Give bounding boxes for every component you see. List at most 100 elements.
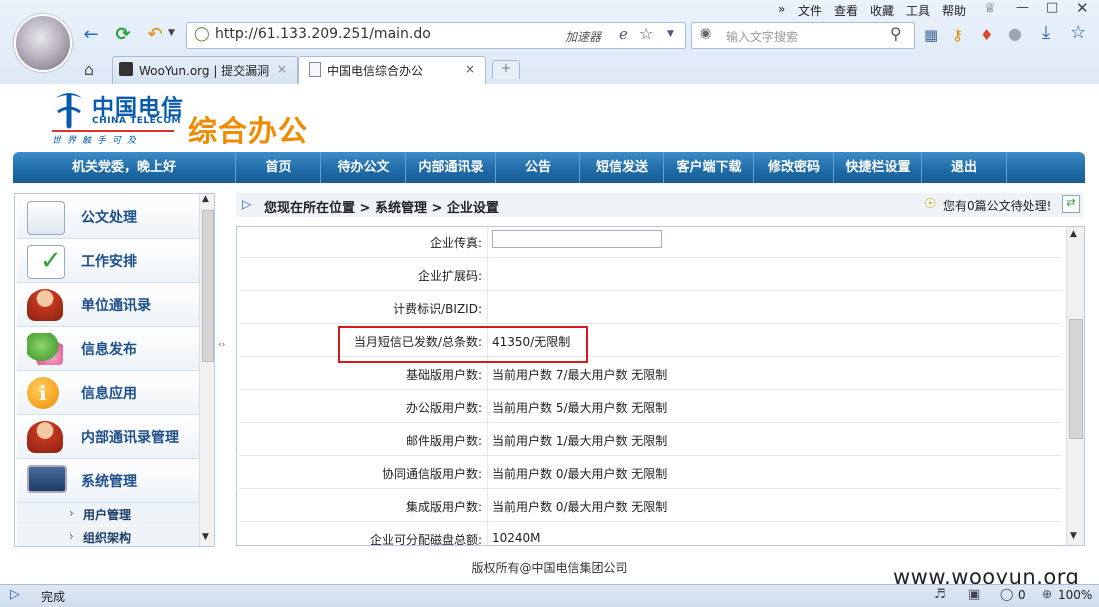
scroll-down-icon[interactable]: ▼ xyxy=(202,532,209,542)
scroll-down-icon[interactable]: ▼ xyxy=(1070,531,1077,541)
nav-greeting: 机关党委，晚上好 xyxy=(71,160,176,175)
nav-sms-send[interactable]: 短信发送 xyxy=(579,152,664,183)
zoom-icon[interactable]: ⊕ xyxy=(1042,587,1052,601)
nav-client-download[interactable]: 客户端下载 xyxy=(663,152,754,183)
sidebar-item-info-publish[interactable]: 信息发布 xyxy=(17,328,199,371)
sidebar-scrollbar[interactable]: ▲ ▼ xyxy=(199,194,214,546)
nav-logout[interactable]: 退出 xyxy=(921,152,1007,183)
refresh-icon[interactable]: ⟳ xyxy=(112,23,134,45)
menu-favorites[interactable]: 收藏 xyxy=(870,2,894,19)
sidebar-sub-item-org[interactable]: › 组织架构 xyxy=(17,526,199,546)
info-icon: i xyxy=(27,377,59,409)
sidebar-item-unit-contacts[interactable]: 单位通讯录 xyxy=(17,284,199,327)
extension-icon[interactable]: ♦ xyxy=(980,26,993,44)
field-value: 当前用户数 0/最大用户数 无限制 xyxy=(492,500,668,514)
field-value: 当前用户数 7/最大用户数 无限制 xyxy=(492,368,668,382)
key-icon[interactable]: ⚷ xyxy=(952,26,963,44)
home-icon[interactable]: ⌂ xyxy=(78,58,100,80)
scroll-thumb[interactable] xyxy=(202,210,214,362)
sidebar-item-contacts-admin[interactable]: 内部通讯录管理 xyxy=(17,416,199,459)
sidebar-item-work-schedule[interactable]: ✓ 工作安排 xyxy=(17,240,199,283)
address-text[interactable]: http://61.133.209.251/main.do xyxy=(215,26,431,42)
minimize-icon[interactable]: — xyxy=(1016,0,1029,15)
more-extensions-icon[interactable]: ● xyxy=(1008,24,1022,43)
checklist-icon: ✓ xyxy=(27,245,65,279)
menu-more-icon[interactable]: » xyxy=(778,2,785,16)
status-bar: ▷ 完成 ♬ ▣ ◯ 0 ⊕ 100% xyxy=(0,584,1099,607)
search-input[interactable]: 输入文字搜索 xyxy=(726,28,798,45)
scroll-up-icon[interactable]: ▲ xyxy=(202,194,209,204)
document-list-icon xyxy=(27,201,65,235)
menu-help[interactable]: 帮助 xyxy=(942,2,966,19)
page-favicon-icon xyxy=(309,62,321,77)
form-row-integrated-users: 集成版用户数: 当前用户数 0/最大用户数 无限制 xyxy=(239,489,1062,522)
new-tab-button[interactable]: + xyxy=(492,60,520,79)
nav-change-password[interactable]: 修改密码 xyxy=(753,152,834,183)
close-window-icon[interactable]: ✕ xyxy=(1076,0,1089,17)
search-icon[interactable]: ⚲ xyxy=(890,24,902,43)
sidebar-sub-item-label: 组织架构 xyxy=(83,531,132,545)
bookmark-star-icon[interactable]: ☆ xyxy=(1070,22,1086,43)
nav-shortcut-settings[interactable]: 快捷栏设置 xyxy=(833,152,922,183)
address-bar[interactable]: ◯ http://61.133.209.251/main.do 加速器 ℯ ☆ … xyxy=(186,22,686,49)
reader-icon[interactable]: ▦ xyxy=(924,26,938,44)
form-row-disk-quota: 企业可分配磁盘总额: 10240M xyxy=(239,522,1062,546)
tab-telecom-office[interactable]: 中国电信综合办公 × xyxy=(298,56,486,84)
telecom-logo-icon xyxy=(52,88,86,130)
sidebar-sub-item-label: 用户管理 xyxy=(83,508,132,522)
address-dropdown-icon[interactable]: ▼ xyxy=(667,29,674,39)
maximize-icon[interactable]: □ xyxy=(1046,0,1058,15)
scroll-thumb[interactable] xyxy=(1069,319,1083,439)
menu-tools[interactable]: 工具 xyxy=(906,2,930,19)
blocked-ads-icon[interactable]: ◯ xyxy=(1000,587,1013,601)
logo-slogan: 世界触手可及 xyxy=(52,136,143,146)
undo-close-tab-icon[interactable]: ↶ xyxy=(144,23,166,45)
breadcrumb-bar: ▷ 您现在所在位置 > 系统管理 > 企业设置 ☉ 您有0篇公文待处理! ⇄ xyxy=(236,193,1083,217)
sidebar-item-system-admin[interactable]: 系统管理 xyxy=(17,460,199,503)
tab-wooyun[interactable]: WooYun.org | 提交漏洞 × xyxy=(112,56,298,84)
field-label: 协同通信版用户数: xyxy=(381,467,482,481)
app-header: 中国电信 CHINA TELECOM 世界触手可及 综合办公 xyxy=(0,84,1099,152)
tab-close-icon[interactable]: × xyxy=(277,62,287,76)
search-engine-icon[interactable]: ◉ xyxy=(700,26,711,41)
ie-mode-icon[interactable]: ℯ xyxy=(619,25,628,43)
field-value: 当前用户数 0/最大用户数 无限制 xyxy=(492,467,668,481)
accelerator-label[interactable]: 加速器 xyxy=(565,28,601,45)
monitor-icon xyxy=(27,465,67,493)
menu-file[interactable]: 文件 xyxy=(798,2,822,19)
zoom-level[interactable]: 100% xyxy=(1058,588,1092,602)
scroll-up-icon[interactable]: ▲ xyxy=(1070,229,1077,239)
sidebar-item-documents[interactable]: 公文处理 xyxy=(17,196,199,239)
sidebar-item-info-apps[interactable]: i 信息应用 xyxy=(17,372,199,415)
undo-dropdown-icon[interactable]: ▼ xyxy=(168,28,175,38)
sidebar-toggle-icon[interactable]: ▷ xyxy=(10,587,20,602)
fax-input[interactable] xyxy=(492,230,662,248)
search-box[interactable]: ◉ 输入文字搜索 ⚲ xyxy=(691,22,915,49)
plus-icon: + xyxy=(501,61,512,75)
nav-announcements[interactable]: 公告 xyxy=(495,152,580,183)
sidebar-item-label: 内部通讯录管理 xyxy=(81,430,179,446)
tab-close-icon[interactable]: × xyxy=(465,62,475,76)
capture-icon[interactable]: ▣ xyxy=(968,587,980,602)
pending-notice[interactable]: 您有0篇公文待处理! xyxy=(943,197,1051,214)
favorite-star-icon[interactable]: ☆ xyxy=(639,24,653,43)
refresh-panel-icon[interactable]: ⇄ xyxy=(1062,195,1080,213)
chat-bubbles-icon xyxy=(27,333,63,365)
main-nav: 机关党委，晚上好 首页 待办公文 内部通讯录 公告 短信发送 客户端下载 修改密… xyxy=(13,152,1085,183)
skin-icon[interactable]: ♕ xyxy=(984,1,996,16)
download-icon[interactable]: ⤓ xyxy=(1042,22,1050,43)
person-icon xyxy=(27,421,63,453)
nav-internal-contacts[interactable]: 内部通讯录 xyxy=(405,152,496,183)
menu-view[interactable]: 查看 xyxy=(834,2,858,19)
form-row-mail-users: 邮件版用户数: 当前用户数 1/最大用户数 无限制 xyxy=(239,423,1062,456)
nav-home[interactable]: 首页 xyxy=(235,152,321,183)
back-arrow-icon[interactable]: ← xyxy=(80,23,102,45)
sidebar-sub-item-users[interactable]: › 用户管理 xyxy=(17,503,199,525)
nav-pending-docs[interactable]: 待办公文 xyxy=(320,152,406,183)
content-scrollbar[interactable]: ▲ ▼ xyxy=(1066,227,1084,545)
user-avatar[interactable] xyxy=(14,14,72,72)
field-label: 企业可分配磁盘总额: xyxy=(369,533,482,546)
field-value: 当前用户数 5/最大用户数 无限制 xyxy=(492,401,668,415)
splitter-handle[interactable]: ‹› xyxy=(218,340,228,380)
volume-icon[interactable]: ♬ xyxy=(934,587,946,602)
